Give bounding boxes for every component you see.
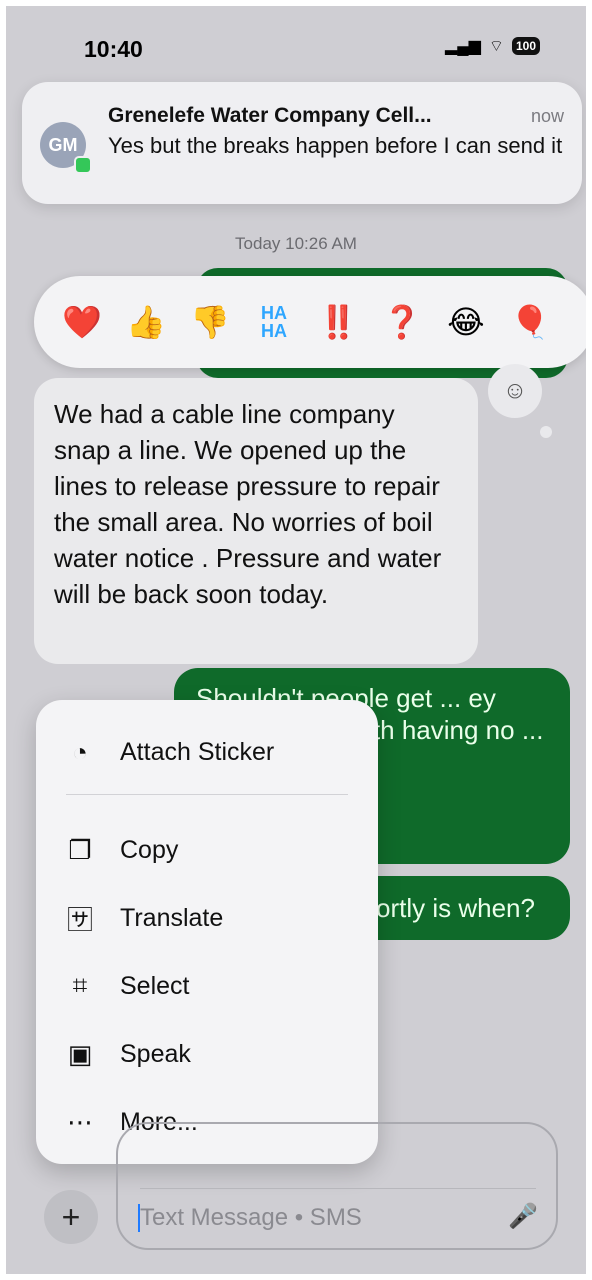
menu-item-copy[interactable]: ❐ Copy xyxy=(36,822,378,878)
day-stamp: Today 10:26 AM xyxy=(235,234,357,253)
speak-icon: ▣ xyxy=(67,1038,93,1069)
smiley-icon: ☺ xyxy=(502,377,528,404)
battery-icon: 100 xyxy=(511,37,540,55)
notification-banner[interactable]: GM Grenelefe Water Company Cell... now Y… xyxy=(22,82,582,204)
copy-icon: ❐ xyxy=(68,834,92,865)
message-placeholder: Text Message • SMS xyxy=(140,1204,362,1231)
notification-sender: Grenelefe Water Company Cell... xyxy=(108,104,432,127)
reaction-heart[interactable]: ❤️ xyxy=(62,303,102,341)
add-attachment-button[interactable]: + xyxy=(44,1190,98,1244)
reaction-laugh[interactable]: 😂 xyxy=(446,303,486,341)
reaction-exclamation[interactable]: ‼️ xyxy=(318,303,358,341)
bubble-tail-dot xyxy=(540,426,552,438)
menu-separator xyxy=(66,794,348,795)
reaction-bar: ❤️ 👍 👎 HA HA ‼️ ❓ 😂 🎈 xyxy=(34,276,586,368)
reaction-question[interactable]: ❓ xyxy=(382,303,422,341)
menu-item-attach-sticker[interactable]: ◔ Attach Sticker xyxy=(36,724,378,780)
notification-preview: Yes but the breaks happen before I can s… xyxy=(108,133,563,158)
status-indicators: ▂▄▆ ⌔ 100 xyxy=(445,36,540,56)
translate-icon: 🈂 xyxy=(66,904,93,935)
phone-screen: 10:40 ▂▄▆ ⌔ 100 GM Grenelefe Water Compa… xyxy=(6,6,586,1274)
input-divider xyxy=(140,1188,536,1189)
more-icon: ⋯ xyxy=(67,1106,93,1137)
sticker-icon: ◔ xyxy=(72,736,88,767)
messages-badge-icon xyxy=(74,156,92,174)
menu-item-speak[interactable]: ▣ Speak xyxy=(36,1026,378,1082)
context-menu: ◔ Attach Sticker ❐ Copy 🈂 Translate ⌗ Se… xyxy=(36,700,378,1164)
plus-icon: + xyxy=(61,1198,81,1235)
signal-icon: ▂▄▆ xyxy=(444,38,481,55)
incoming-message[interactable]: We had a cable line company snap a line.… xyxy=(34,378,478,664)
reaction-haha[interactable]: HA HA xyxy=(254,304,294,340)
select-icon: ⌗ xyxy=(72,970,88,1000)
reaction-thumbs-up[interactable]: 👍 xyxy=(126,303,166,341)
emoji-picker-button[interactable]: ☺ xyxy=(488,364,542,418)
status-time: 10:40 xyxy=(84,36,143,62)
menu-item-select[interactable]: ⌗ Select xyxy=(36,958,378,1014)
wifi-icon: ⌔ xyxy=(488,38,504,55)
notification-time: now xyxy=(530,106,564,126)
reaction-balloon[interactable]: 🎈 xyxy=(510,303,550,341)
microphone-icon[interactable]: 🎤 xyxy=(508,1202,538,1231)
reaction-thumbs-down[interactable]: 👎 xyxy=(190,303,230,341)
menu-item-translate[interactable]: 🈂 Translate xyxy=(36,890,378,946)
message-input[interactable]: Text Message • SMS 🎤 xyxy=(116,1122,558,1250)
